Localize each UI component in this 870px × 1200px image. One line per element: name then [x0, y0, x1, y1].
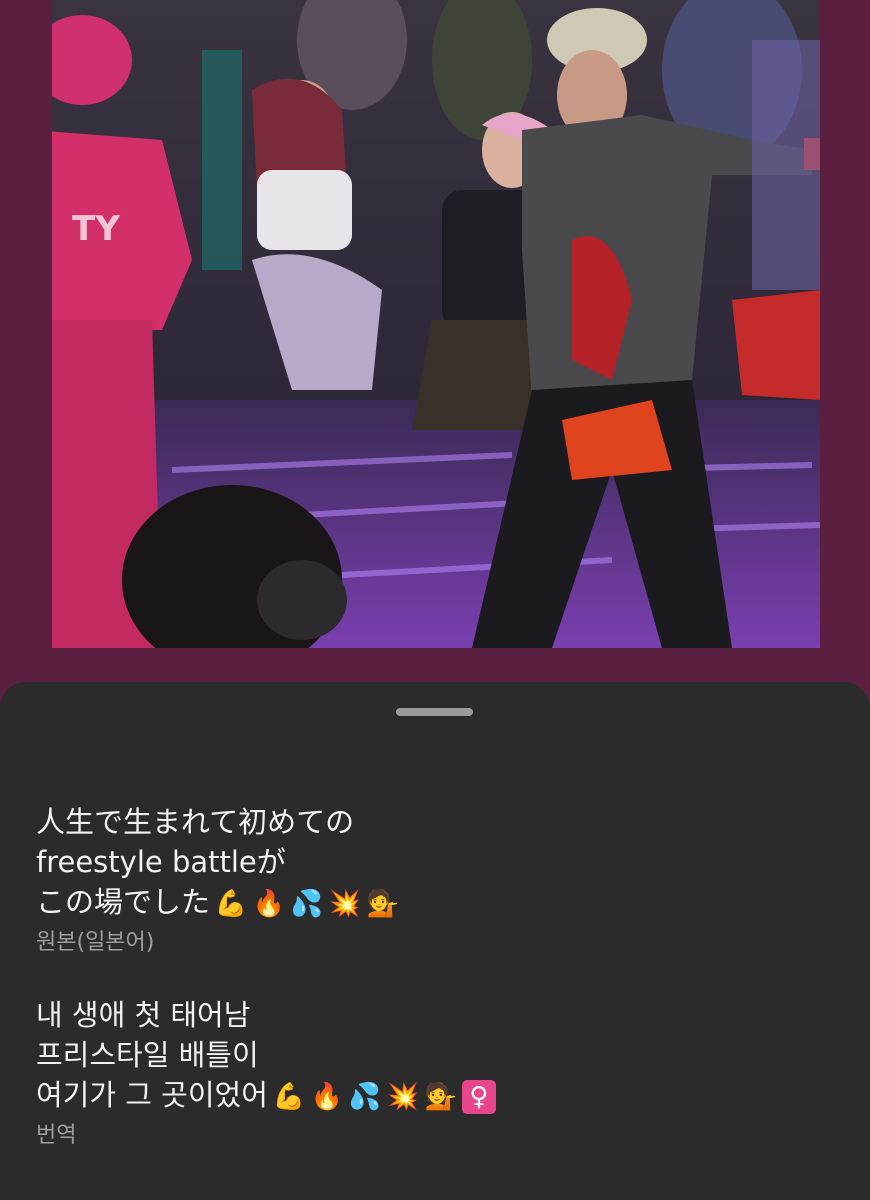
sweat-droplets-icon: 💦 [348, 1082, 382, 1112]
flexed-biceps-icon: 💪 [214, 889, 248, 919]
translation-line-2: 프리스타일 배틀이 [36, 1038, 259, 1072]
translation-line-1: 내 생애 첫 태어남 [36, 998, 251, 1032]
sweat-droplets-icon: 💦 [290, 889, 324, 919]
original-text-block: 人生で生まれて初めての freestyle battleが この場でした 💪 🔥… [36, 802, 400, 958]
fire-icon: 🔥 [252, 889, 286, 919]
dance-battle-scene: TY [52, 0, 820, 648]
original-line-3-text: この場でした [36, 885, 211, 919]
collision-icon: 💥 [386, 1082, 420, 1112]
original-line-1: 人生で生まれて初めての [36, 805, 355, 839]
person-tipping-hand-icon: 💁 [366, 889, 400, 919]
flexed-biceps-icon: 💪 [272, 1082, 306, 1112]
collision-icon: 💥 [328, 889, 362, 919]
drag-handle[interactable] [396, 708, 473, 716]
translation-line-3-text: 여기가 그 곳이었어 [36, 1078, 268, 1112]
translation-emoji-row: 💪 🔥 💦 💥 💁 ♀ [272, 1080, 496, 1114]
original-emoji-row: 💪 🔥 💦 💥 💁 [214, 887, 400, 921]
original-line-3: この場でした 💪 🔥 💦 💥 💁 [36, 882, 400, 922]
fire-icon: 🔥 [310, 1082, 344, 1112]
translation-text-block: 내 생애 첫 태어남 프리스타일 배틀이 여기가 그 곳이었어 💪 🔥 💦 💥 … [36, 995, 496, 1151]
translation-line-3: 여기가 그 곳이었어 💪 🔥 💦 💥 💁 ♀ [36, 1075, 496, 1115]
bottom-sheet[interactable]: 人生で生まれて初めての freestyle battleが この場でした 💪 🔥… [0, 682, 870, 1200]
media-viewer: TY [0, 0, 870, 700]
svg-text:TY: TY [72, 209, 120, 249]
original-language-label: 원본(일본어) [36, 930, 155, 955]
person-tipping-hand-icon: 💁 [424, 1082, 458, 1112]
original-line-2: freestyle battleが [36, 845, 286, 879]
video-frame[interactable]: TY [52, 0, 820, 648]
female-sign-icon: ♀ [461, 1080, 496, 1114]
translation-label: 번역 [36, 1123, 77, 1148]
